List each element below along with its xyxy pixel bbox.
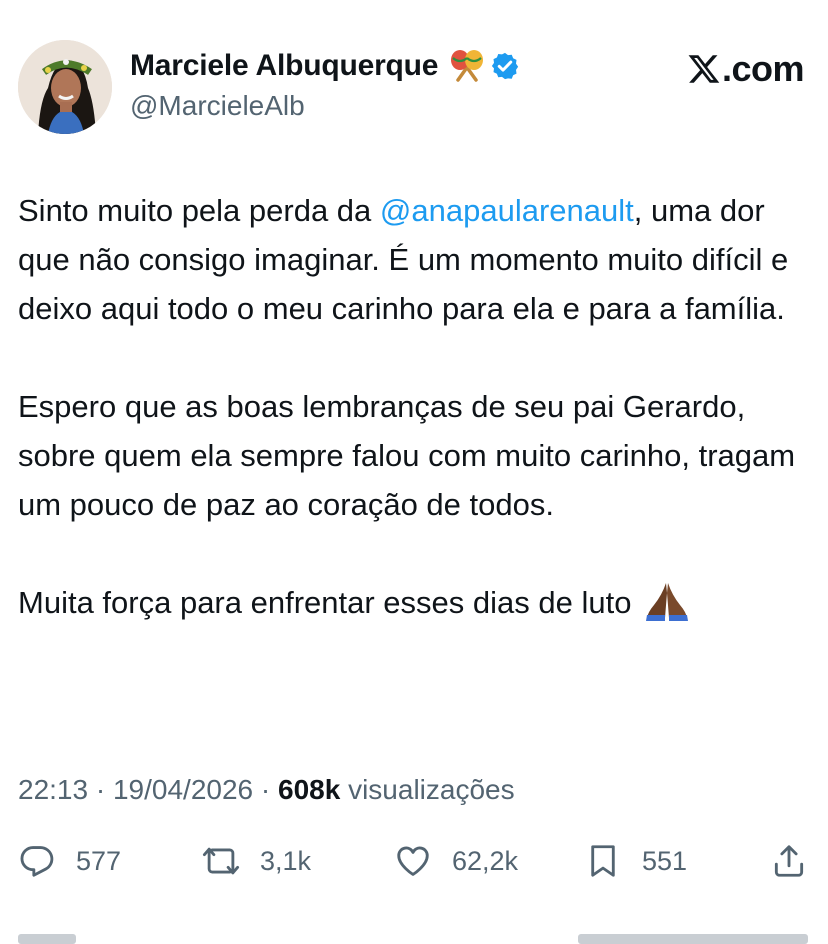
display-name[interactable]: Marciele Albuquerque	[130, 49, 438, 83]
avatar[interactable]	[18, 40, 112, 134]
views-label: visualizações	[340, 774, 515, 805]
cut-off-content	[18, 930, 810, 944]
tweet-meta: 22:13 · 19/04/2026 · 608k visualizações	[18, 774, 515, 806]
maracas-icon	[448, 48, 486, 84]
cut-off-text-fragment	[18, 934, 76, 944]
verified-badge-icon[interactable]	[490, 51, 520, 81]
tweet-text-segment: Muita força para enfrentar esses dias de…	[18, 585, 632, 620]
tweet-paragraph-2: Espero que as boas lembranças de seu pai…	[18, 389, 796, 522]
x-com-logo: .com	[687, 48, 805, 90]
reply-count: 577	[76, 845, 122, 876]
cut-off-text-fragment	[578, 934, 808, 944]
share-button[interactable]	[770, 842, 808, 880]
heart-icon	[397, 846, 429, 876]
display-name-row[interactable]: Marciele Albuquerque	[130, 48, 520, 84]
tweet-paragraph-3: Muita força para enfrentar esses dias de…	[18, 578, 808, 627]
bookmark-button[interactable]: 551	[584, 842, 687, 880]
x-logo-text: .com	[721, 48, 805, 89]
like-count: 62,2k	[452, 845, 519, 876]
tweet-text: Sinto muito pela perda da @anapaularenau…	[18, 186, 808, 627]
reply-icon	[20, 846, 54, 877]
reply-button[interactable]: 577	[18, 842, 121, 880]
tweet-paragraph-1: Sinto muito pela perda da @anapaularenau…	[18, 186, 808, 333]
meta-separator: ·	[88, 774, 113, 805]
folded-hands-icon	[644, 581, 690, 621]
author-names: Marciele Albuquerque @MarcieleAlb	[130, 48, 520, 122]
share-icon	[774, 845, 804, 877]
views-count: 608k	[278, 774, 341, 805]
bookmark-count: 551	[642, 845, 688, 876]
tweet-header: Marciele Albuquerque @MarcieleAlb .com	[18, 40, 808, 136]
x-logo-icon	[688, 55, 720, 83]
author-handle[interactable]: @MarcieleAlb	[130, 90, 520, 122]
bookmark-icon	[591, 845, 615, 877]
repost-icon	[202, 847, 240, 875]
meta-separator: ·	[253, 774, 278, 805]
tweet-date[interactable]: 19/04/2026	[113, 774, 253, 805]
tweet-time[interactable]: 22:13	[18, 774, 88, 805]
tweet-text-segment: Sinto muito pela perda da	[18, 193, 380, 228]
mention-link[interactable]: @anapaularenault	[380, 193, 634, 228]
like-button[interactable]: 62,2k	[394, 842, 518, 880]
tweet-actions: 577 3,1k 62,2k 551	[18, 842, 810, 890]
repost-button[interactable]: 3,1k	[202, 842, 311, 880]
repost-count: 3,1k	[260, 845, 312, 876]
